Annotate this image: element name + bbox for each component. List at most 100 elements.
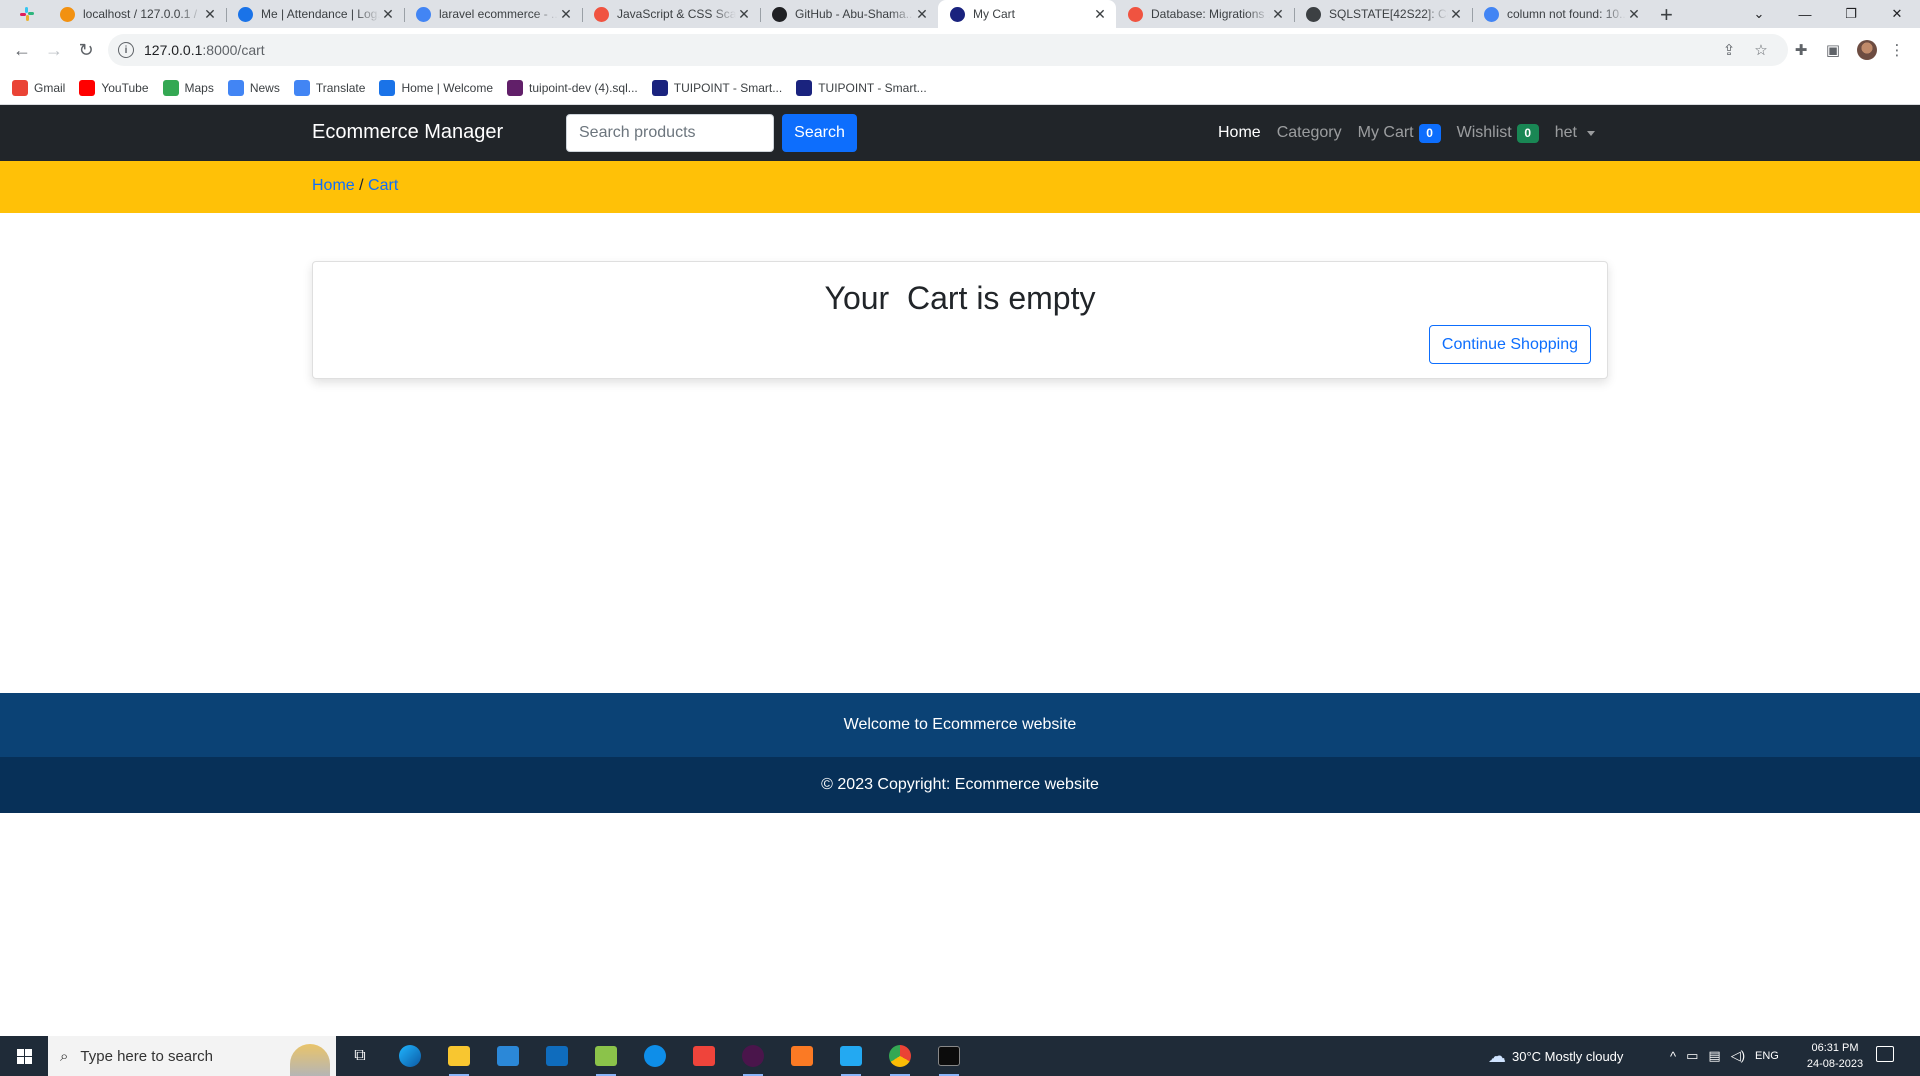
system-tray: ^ ▭ ▤ ◁) ENG: [1670, 1036, 1779, 1076]
cloud-icon: ☁: [1488, 1045, 1506, 1066]
cart-count-badge: 0: [1418, 123, 1441, 143]
search-input[interactable]: [566, 114, 774, 152]
bookmark-item[interactable]: Maps: [162, 80, 214, 96]
tab-close-icon[interactable]: ✕: [1270, 6, 1286, 23]
tab-search-chevron-icon[interactable]: ⌄: [1736, 0, 1782, 28]
tab-close-icon[interactable]: ✕: [1448, 6, 1464, 23]
bookmark-item[interactable]: News: [227, 80, 280, 96]
windows-start-button[interactable]: [0, 1036, 48, 1076]
nav-links: Home Category My Cart 0 Wishlist 0 het: [1218, 105, 1595, 161]
network-icon[interactable]: ▤: [1708, 1048, 1720, 1064]
bookmark-item[interactable]: Home | Welcome: [379, 80, 493, 96]
back-arrow-icon[interactable]: ←: [8, 36, 36, 64]
tab-close-icon[interactable]: ✕: [914, 6, 930, 23]
microsoft-store-icon[interactable]: [492, 1040, 524, 1072]
site-navbar: Ecommerce Manager Search Home Category M…: [0, 105, 1920, 161]
bookmark-item[interactable]: TUIPOINT - Smart...: [651, 80, 782, 96]
tab-title: GitHub - Abu-Shama...: [795, 7, 914, 21]
k-icon: [379, 80, 396, 96]
github-icon: [772, 6, 787, 22]
breadcrumb-home-link[interactable]: Home: [312, 177, 355, 194]
browser-tab[interactable]: SQLSTATE[42S22]: Co...✕: [1294, 0, 1472, 28]
notepad-plus-plus-icon[interactable]: [590, 1040, 622, 1076]
breadcrumb: Home / Cart: [312, 177, 398, 195]
weather-widget[interactable]: ☁ 30°C Mostly cloudy: [1488, 1036, 1623, 1076]
reload-icon[interactable]: ↻: [72, 36, 100, 64]
browser-tab[interactable]: Database: Migrations ... ✕: [1116, 0, 1294, 28]
nav-wishlist-link[interactable]: Wishlist 0: [1457, 123, 1539, 143]
volume-icon[interactable]: ◁): [1731, 1048, 1745, 1064]
tuipoint-icon: [651, 80, 668, 96]
language-indicator[interactable]: ENG: [1755, 1050, 1779, 1062]
bookmark-item[interactable]: Gmail: [12, 80, 65, 96]
bookmark-item[interactable]: TUIPOINT - Smart...: [796, 80, 927, 96]
vscode-icon[interactable]: [835, 1040, 867, 1076]
terminal-icon[interactable]: [933, 1040, 965, 1076]
tab-title: My Cart: [973, 7, 1015, 21]
browser-toolbar: ← → ↻ i 127.0.0.1:8000/cart ⇪ ☆ ✚ ▣ ⋮: [0, 28, 1920, 72]
edge-browser-icon[interactable]: [394, 1040, 426, 1072]
minimize-button[interactable]: —: [1782, 0, 1828, 28]
clock[interactable]: 06:31 PM 24-08-2023: [1800, 1040, 1870, 1072]
browser-tab[interactable]: localhost / 127.0.0.1 / ... ✕: [48, 0, 226, 28]
new-tab-button[interactable]: +: [1660, 2, 1673, 28]
file-explorer-icon[interactable]: [443, 1040, 475, 1076]
bookmark-item[interactable]: Translate: [293, 80, 365, 96]
bookmark-label: Maps: [184, 81, 214, 95]
forward-arrow-icon[interactable]: →: [40, 36, 68, 64]
search-button[interactable]: Search: [782, 114, 857, 152]
bookmark-item[interactable]: YouTube: [79, 80, 149, 96]
address-bar[interactable]: i 127.0.0.1:8000/cart: [108, 34, 1788, 66]
browser-tab[interactable]: My Cart ✕: [938, 0, 1116, 28]
footer-copyright: © 2023 Copyright: Ecommerce website: [0, 757, 1920, 813]
mail-icon[interactable]: [541, 1040, 573, 1072]
tab-close-icon[interactable]: ✕: [202, 6, 218, 23]
browser-tab[interactable]: laravel ecommerce - ... ✕: [404, 0, 582, 28]
profile-avatar[interactable]: [1857, 40, 1877, 60]
nav-category-link[interactable]: Category: [1277, 124, 1342, 142]
extensions-puzzle-icon[interactable]: ✚: [1791, 40, 1811, 60]
chrome-icon[interactable]: [884, 1040, 916, 1076]
tab-close-icon[interactable]: ✕: [1092, 6, 1108, 23]
chrome-menu-icon[interactable]: ⋮: [1887, 40, 1907, 60]
anydesk-icon[interactable]: [688, 1040, 720, 1072]
task-view-icon[interactable]: ⧉: [344, 1040, 376, 1072]
nav-cart-link[interactable]: My Cart 0: [1358, 123, 1441, 143]
k-icon: [238, 6, 253, 22]
slack-icon[interactable]: [737, 1040, 769, 1076]
restore-button[interactable]: ❐: [1828, 0, 1874, 28]
share-icon[interactable]: ⇪: [1719, 40, 1739, 60]
user-dropdown-toggle[interactable]: het: [1555, 124, 1595, 142]
tab-close-icon[interactable]: ✕: [736, 6, 752, 23]
bookmark-label: YouTube: [101, 81, 149, 95]
chevron-up-icon[interactable]: ^: [1670, 1049, 1676, 1064]
url-text: 127.0.0.1:8000/cart: [144, 42, 265, 58]
search-icon: ⌕: [60, 1047, 69, 1065]
brand-logo-text[interactable]: Ecommerce Manager: [312, 121, 503, 144]
xampp-icon[interactable]: [786, 1040, 818, 1072]
bookmark-star-icon[interactable]: ☆: [1751, 40, 1771, 60]
tab-close-icon[interactable]: ✕: [380, 6, 396, 23]
meet-now-icon[interactable]: ▭: [1686, 1048, 1698, 1064]
breadcrumb-cart-link[interactable]: Cart: [368, 177, 398, 194]
tab-close-icon[interactable]: ✕: [558, 6, 574, 23]
slack-app-icon[interactable]: [14, 4, 40, 24]
teamviewer-icon[interactable]: [639, 1040, 671, 1072]
browser-tab[interactable]: column not found: 10... ✕: [1472, 0, 1650, 28]
clock-time: 06:31 PM: [1811, 1042, 1859, 1054]
bookmark-item[interactable]: tuipoint-dev (4).sql...: [507, 80, 638, 96]
weather-text: 30°C Mostly cloudy: [1512, 1048, 1624, 1064]
breadcrumb-bar: Home / Cart: [0, 161, 1920, 213]
side-panel-icon[interactable]: ▣: [1823, 40, 1843, 60]
taskbar-search-box[interactable]: ⌕ Type here to search: [48, 1036, 336, 1076]
tab-close-icon[interactable]: ✕: [1626, 6, 1642, 23]
site-info-icon[interactable]: i: [118, 42, 134, 58]
browser-tab[interactable]: GitHub - Abu-Shama... ✕: [760, 0, 938, 28]
nav-home-link[interactable]: Home: [1218, 124, 1261, 142]
browser-tab[interactable]: JavaScript & CSS Sca... ✕: [582, 0, 760, 28]
close-window-button[interactable]: ✕: [1874, 0, 1920, 28]
notification-icon[interactable]: [1876, 1046, 1894, 1062]
tab-title: Me | Attendance | Log...: [261, 7, 380, 21]
browser-tab[interactable]: Me | Attendance | Log... ✕: [226, 0, 404, 28]
continue-shopping-button[interactable]: Continue Shopping: [1428, 325, 1591, 364]
